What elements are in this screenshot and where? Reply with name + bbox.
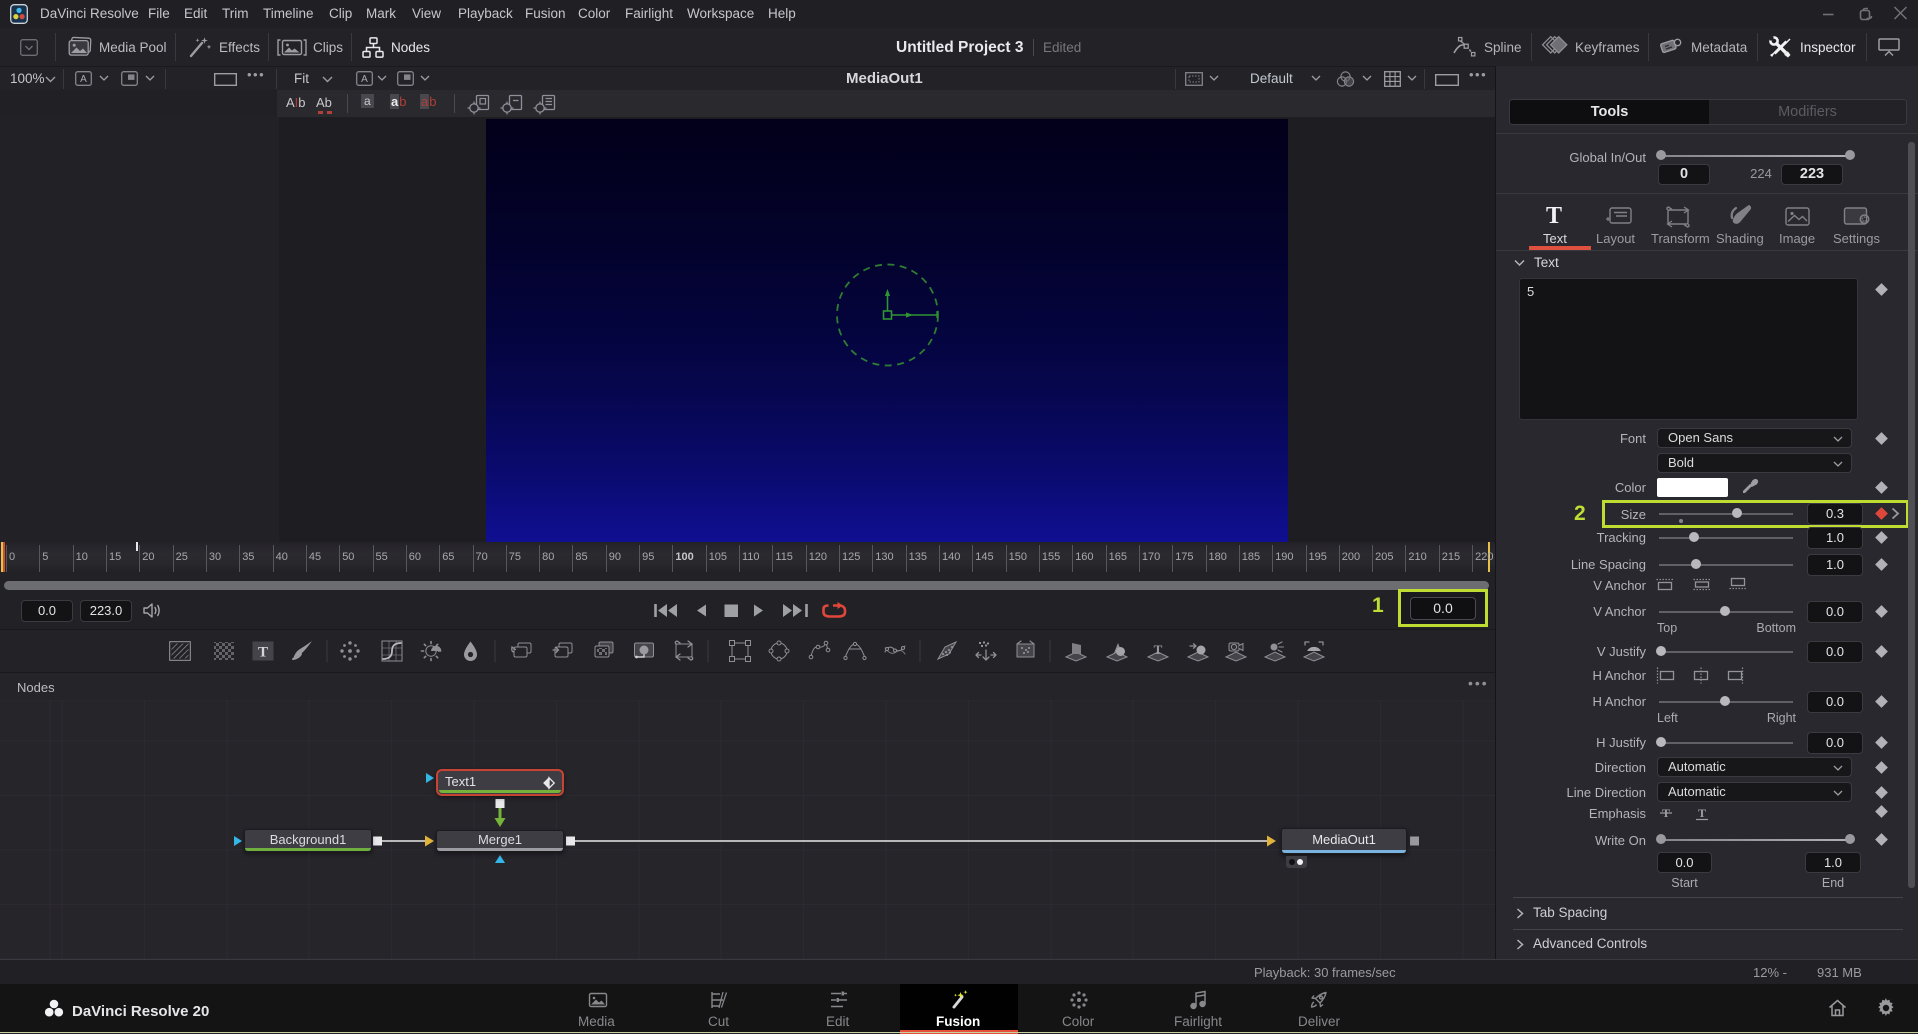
svg-text:T: T: [1698, 806, 1706, 820]
svg-text:A: A: [80, 74, 87, 85]
svg-text:T: T: [258, 645, 268, 661]
svg-text:T: T: [1154, 642, 1163, 657]
svg-text:A: A: [361, 74, 368, 85]
